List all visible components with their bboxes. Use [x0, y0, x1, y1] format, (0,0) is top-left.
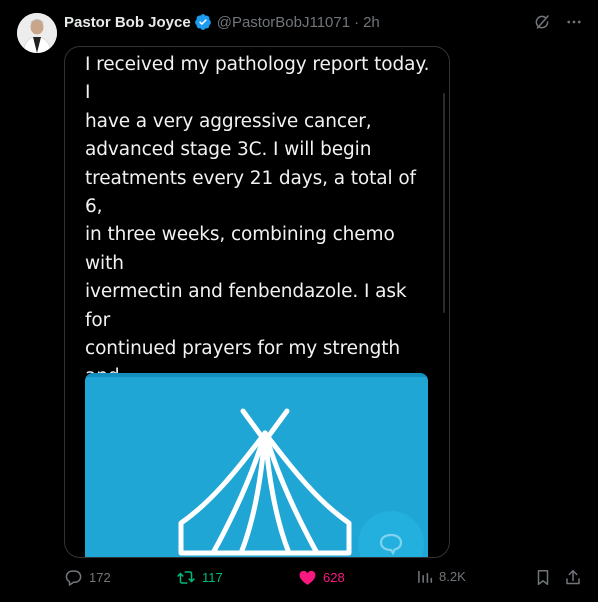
repost-button[interactable]: 117 — [176, 568, 223, 587]
repost-icon — [176, 568, 196, 587]
bookmark-button[interactable] — [534, 568, 552, 587]
screenshot-scroll-indicator — [443, 93, 445, 313]
like-count: 628 — [323, 570, 345, 585]
author-display-name[interactable]: Pastor Bob Joyce — [64, 14, 191, 31]
post-top-actions — [532, 11, 584, 33]
share-button[interactable] — [564, 568, 582, 587]
post-media[interactable]: I received my pathology report today. I … — [64, 46, 450, 558]
reply-count: 172 — [89, 570, 111, 585]
separator-dot: · — [354, 13, 360, 31]
grok-icon[interactable] — [532, 11, 552, 33]
avatar-image — [17, 13, 57, 53]
verified-badge-icon[interactable] — [194, 13, 212, 31]
reply-button[interactable]: 172 — [64, 568, 111, 587]
heart-icon — [298, 568, 317, 587]
bookmark-icon — [534, 568, 552, 587]
views-icon — [416, 568, 433, 585]
views-button[interactable]: 8.2K — [416, 568, 466, 585]
post-header: Pastor Bob Joyce @PastorBobJ11071 · 2h — [64, 11, 380, 33]
more-icon[interactable] — [564, 11, 584, 33]
like-button[interactable]: 628 — [298, 568, 345, 587]
share-icon — [564, 568, 582, 587]
post-timestamp[interactable]: 2h — [363, 14, 380, 31]
avatar[interactable] — [17, 13, 57, 53]
author-handle[interactable]: @PastorBobJ11071 — [217, 14, 350, 31]
repost-count: 117 — [202, 570, 223, 585]
reply-icon — [64, 568, 83, 587]
views-count: 8.2K — [439, 569, 466, 584]
post-actions: 172 117 628 8.2K — [64, 568, 584, 592]
